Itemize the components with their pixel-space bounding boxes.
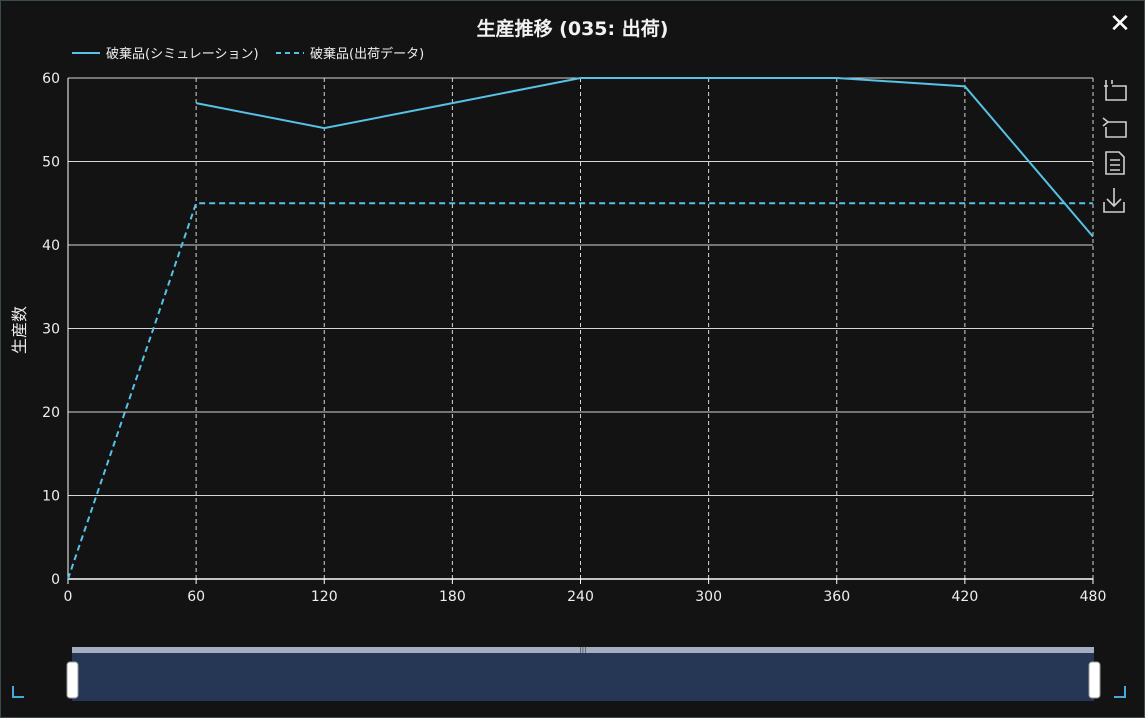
x-tick-label: 240 <box>567 589 594 605</box>
zoom-reset-icon[interactable] <box>1102 117 1127 138</box>
legend[interactable]: 破棄品(シミュレーション) 破棄品(出荷データ) <box>72 46 424 62</box>
y-axis-label: 生産数 <box>10 306 29 354</box>
x-tick-label: 120 <box>311 589 338 605</box>
datazoom-slider[interactable]: ||| <box>66 646 1101 701</box>
x-tick-label: 180 <box>439 589 466 605</box>
save-image-icon[interactable] <box>1103 188 1125 213</box>
zoom-icon[interactable] <box>1104 80 1127 101</box>
toolbox <box>1102 80 1127 213</box>
datazoom-window[interactable] <box>72 653 1094 701</box>
x-tick-label: 60 <box>187 589 205 605</box>
x-tick-label: 300 <box>695 589 722 605</box>
y-tick-label: 10 <box>42 489 60 505</box>
series-line-0 <box>195 77 1094 238</box>
datazoom-grip-icon[interactable]: ||| <box>579 646 586 654</box>
chart-svg: 破棄品(シミュレーション) 破棄品(出荷データ) 0 10 20 30 40 50 60 0 6… <box>10 46 1127 701</box>
legend-ship-label[interactable]: 破棄品(出荷データ) <box>310 46 424 62</box>
x-tick-label: 420 <box>952 589 979 605</box>
y-tick-label: 60 <box>42 71 60 87</box>
resize-corner-left-icon[interactable] <box>12 686 24 698</box>
datazoom-handle-right[interactable] <box>1088 661 1101 699</box>
datazoom-handle-left[interactable] <box>66 661 79 699</box>
y-tick-label: 0 <box>51 572 60 588</box>
y-tick-label: 30 <box>42 322 60 338</box>
x-tick-label: 480 <box>1080 589 1107 605</box>
data-view-icon[interactable] <box>1105 151 1125 175</box>
y-tick-label: 40 <box>42 238 60 254</box>
x-tick-label: 0 <box>64 589 73 605</box>
grid <box>68 77 1094 579</box>
axes: 0 10 20 30 40 50 60 0 60 120 180 240 300 360 420 480 <box>42 71 1106 605</box>
resize-corner-right-icon[interactable] <box>1114 686 1126 698</box>
legend-sim-label[interactable]: 破棄品(シミュレーション) <box>106 47 259 62</box>
x-tick-label: 360 <box>823 589 850 605</box>
y-tick-label: 20 <box>42 405 60 421</box>
y-tick-label: 50 <box>42 155 60 171</box>
